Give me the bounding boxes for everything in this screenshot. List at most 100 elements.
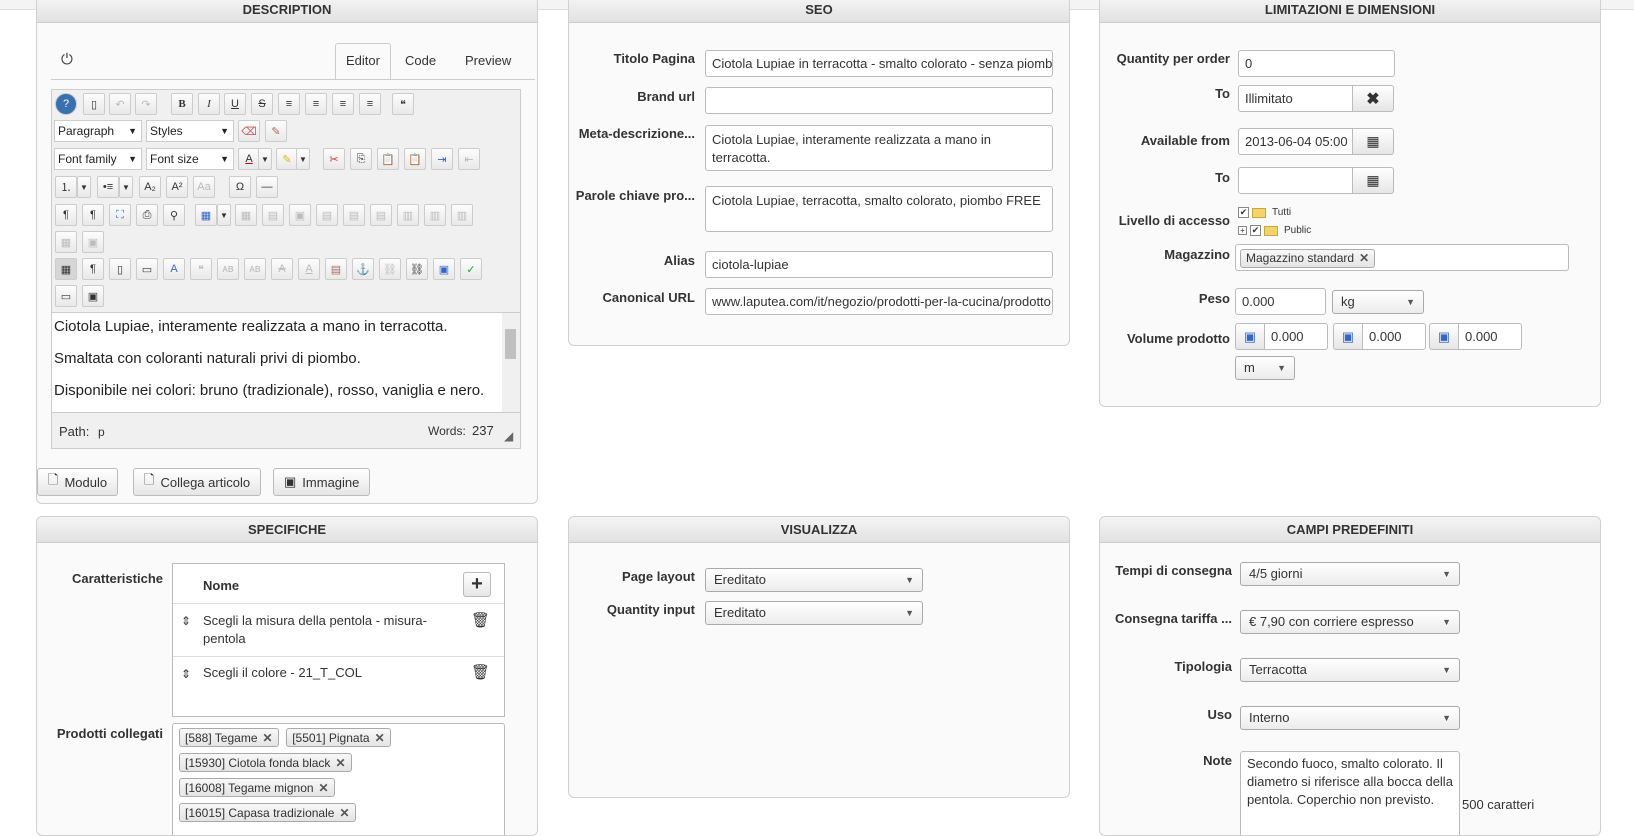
table-row[interactable]: ⇕ Scegli la misura della pentola - misur… [173,604,504,657]
anchor-icon[interactable]: ⚓ [352,258,374,280]
checkbox-icon[interactable]: ✔ [1250,225,1261,236]
avail-calendar-button[interactable]: ▦ [1352,128,1394,155]
paste-text-icon[interactable]: 📋 [404,148,426,170]
tempi-select[interactable]: 4/5 giorni ▼ [1240,562,1460,586]
prodotto-tag[interactable]: [16015] Capasa tradizionale ✕ [179,803,356,822]
ltr-icon[interactable]: ¶ [55,204,77,226]
text-color-dropdown-icon[interactable]: ▼ [258,148,272,170]
magazzino-tag[interactable]: Magazzino standard ✕ [1240,246,1376,270]
power-icon[interactable]: ⏻ [61,51,73,68]
to2-calendar-button[interactable]: ▦ [1352,167,1394,194]
undo-icon[interactable]: ↶ [109,93,131,115]
trash-icon[interactable]: 🗑 [471,663,490,681]
numbered-list-dropdown-icon[interactable]: ▼ [77,176,91,198]
remove-tag-icon[interactable]: ✕ [1359,246,1369,270]
layout-select[interactable]: Ereditato ▼ [705,568,923,592]
prodotto-tag[interactable]: [5501] Pignata ✕ [286,728,391,747]
row-props-icon[interactable]: ▤ [262,204,284,226]
print-icon[interactable]: ⎙ [136,204,158,226]
numbered-list-icon[interactable]: ⒈ [55,176,77,198]
align-center-icon[interactable]: ≡ [305,93,327,115]
volume-x-input[interactable]: 0.000 [1264,323,1328,350]
volume-z-input[interactable]: 0.000 [1458,323,1522,350]
eraser-icon[interactable]: ⌫ [238,120,260,142]
highlight-icon[interactable]: ✎ [276,148,298,170]
pagebreak-icon[interactable]: ▭ [55,285,77,307]
drag-handle-icon[interactable]: ⇕ [181,667,191,681]
tab-editor[interactable]: Editor [335,43,391,80]
uso-select[interactable]: Interno ▼ [1240,706,1460,730]
horizontal-rule-icon[interactable]: — [256,176,278,198]
preview-icon[interactable]: ▭ [136,258,158,280]
insert-row-before-icon[interactable]: ▤ [316,204,338,226]
tree-tutti[interactable]: ✔ Tutti [1238,207,1291,218]
redo-icon[interactable]: ↷ [135,93,157,115]
remove-tag-icon[interactable]: ✕ [319,781,329,795]
titolo-input[interactable]: Ciotola Lupiae in terracotta - smalto co… [705,50,1053,77]
paragraph-select[interactable]: Paragraph ▼ [54,120,142,142]
drag-handle-icon[interactable]: ⇕ [181,614,191,628]
table-dropdown-icon[interactable]: ▼ [217,204,231,226]
underline-icon[interactable]: U [224,93,246,115]
insert-col-after-icon[interactable]: ▥ [424,204,446,226]
search-icon[interactable]: ⚲ [163,204,185,226]
volume-y-input[interactable]: 0.000 [1362,323,1426,350]
style-props-icon[interactable]: A [163,258,185,280]
style-icon[interactable]: Aa [193,176,215,198]
to2-input[interactable] [1238,167,1353,194]
bullet-list-dropdown-icon[interactable]: ▼ [119,176,133,198]
italic-icon[interactable]: I [198,93,220,115]
help-icon[interactable]: ? [55,93,77,115]
alias-input[interactable]: ciotola-lupiae [705,251,1053,278]
prodotto-tag[interactable]: [16008] Tegame mignon ✕ [179,778,335,797]
acronym-icon[interactable]: ᴀʙ [244,258,266,280]
del-icon[interactable]: A [271,258,293,280]
delete-col-icon[interactable]: ▥ [451,204,473,226]
special-char-icon[interactable]: Ω [229,176,251,198]
bold-icon[interactable]: B [171,93,193,115]
blockquote-icon[interactable]: ❝ [392,93,414,115]
qinput-select[interactable]: Ereditato ▼ [705,601,923,625]
abbr-icon[interactable]: ᴀʙ [217,258,239,280]
spellcheck-icon[interactable]: ✓ [460,258,482,280]
remove-tag-icon[interactable]: ✕ [375,731,385,745]
copy-icon[interactable]: ⎘ [350,148,372,170]
link-icon[interactable]: ⛓ [406,258,428,280]
new-document-icon[interactable]: ▯ [83,93,105,115]
tree-public[interactable]: + ✔ Public [1238,225,1311,236]
prodotto-tag[interactable]: [588] Tegame ✕ [179,728,279,747]
note-textarea[interactable]: Secondo fuoco, smalto colorato. Il diame… [1240,751,1460,835]
tab-code[interactable]: Code [405,53,436,68]
collega-articolo-button[interactable]: 🗋 Collega articolo [133,468,262,496]
outdent-icon[interactable]: ⇤ [458,148,480,170]
delete-row-icon[interactable]: ▤ [370,204,392,226]
parole-textarea[interactable]: Ciotola Lupiae, terracotta, smalto color… [705,186,1053,232]
trash-icon[interactable]: 🗑 [471,611,490,629]
to-input[interactable]: Illimitato [1238,85,1353,112]
insert-row-after-icon[interactable]: ▤ [343,204,365,226]
editor-content[interactable]: Ciotola Lupiae, interamente realizzata a… [52,312,502,412]
canonical-input[interactable]: www.laputea.com/it/negozio/prodotti-per-… [705,288,1053,315]
align-right-icon[interactable]: ≡ [359,93,381,115]
strikethrough-icon[interactable]: S [251,93,273,115]
ins-icon[interactable]: A [298,258,320,280]
split-cells-icon[interactable]: ▦ [55,231,77,253]
fullscreen-icon[interactable]: ⛶ [109,204,131,226]
text-color-icon[interactable]: A [238,148,260,170]
immagine-button[interactable]: ▣ Immagine [273,468,371,496]
volume-unit-select[interactable]: m ▼ [1235,356,1295,380]
editor-scrollbar[interactable] [502,312,520,412]
cut-icon[interactable]: ✂ [323,148,345,170]
highlight-dropdown-icon[interactable]: ▼ [296,148,310,170]
brand-input[interactable] [705,87,1053,114]
magazzino-input[interactable]: Magazzino standard ✕ [1235,244,1569,271]
image-icon[interactable]: ▣ [433,258,455,280]
prodotti-field[interactable]: [588] Tegame ✕ [5501] Pignata ✕ [15930] Ci… [172,723,505,835]
cite-icon[interactable]: ❝ [190,258,212,280]
table-icon[interactable]: ▦ [195,204,217,226]
add-button[interactable]: + [463,572,491,597]
path-value[interactable]: p [98,425,105,439]
resize-handle-icon[interactable]: ◢ [504,429,513,443]
indent-icon[interactable]: ⇥ [431,148,453,170]
align-justify-icon[interactable]: ≡ [278,93,300,115]
